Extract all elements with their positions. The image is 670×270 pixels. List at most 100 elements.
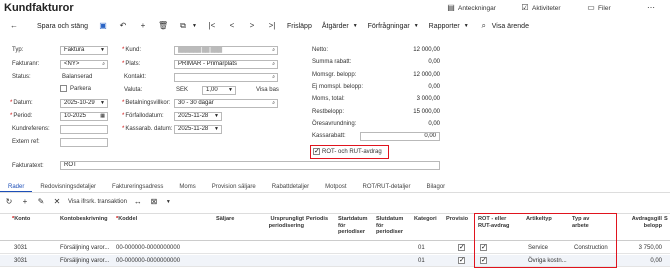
queries-menu[interactable]: Förfrågningar ▼ [363, 18, 424, 34]
tab-5[interactable]: Rabattdetaljer [264, 182, 317, 192]
kund-field[interactable]: ██████ ██ ███ ⌕ [174, 46, 278, 55]
cell-provision-checkbox[interactable] [458, 243, 465, 251]
add-button[interactable]: + [133, 18, 153, 34]
tab-7[interactable]: ROT/RUT-detaljer [354, 182, 418, 192]
status-label: Status: [12, 74, 31, 80]
col-kontobeskr[interactable]: Kontobeskrivning [60, 216, 108, 223]
back-button[interactable]: ← [4, 18, 24, 34]
cell-kategori: 01 [418, 258, 425, 264]
search-icon: ⌕ [272, 47, 275, 53]
col-provision[interactable]: Provisio [446, 216, 468, 223]
undo-button[interactable]: ↶ [113, 18, 133, 34]
status-value: Balanserad [62, 74, 93, 80]
first-record-icon: |< [208, 21, 216, 30]
tab-8[interactable]: Bilagor [419, 182, 454, 192]
first-button[interactable]: |< [202, 18, 222, 34]
chevron-right-icon: > [249, 21, 255, 30]
kundref-label: Kundreferens: [12, 126, 50, 132]
tab-2[interactable]: Faktureringsadress [104, 182, 171, 192]
tab-4[interactable]: Provision säljare [204, 182, 264, 192]
col-kategori[interactable]: Kategori [414, 216, 437, 223]
rot-rut-checkbox-row[interactable]: ROT- och RUT-avdrag [313, 147, 382, 155]
rot-rut-checkbox[interactable] [313, 147, 320, 155]
activities-link[interactable]: ☑ Aktiviteter [520, 3, 560, 13]
release-button[interactable]: Frisläpp [282, 18, 317, 34]
next-button[interactable]: > [242, 18, 262, 34]
kontakt-field[interactable]: ⌕ [174, 73, 278, 82]
save-button[interactable]: ▣ [93, 18, 113, 34]
kassarab-field[interactable]: 2025-11-28 ▼ [174, 125, 222, 134]
betvillkor-label: Betalningsvillkor: [122, 100, 170, 106]
tab-1[interactable]: Redovisningsdetaljer [32, 182, 104, 192]
main-toolbar: ← Spara och stäng ▣ ↶ + 🗑 ⧉ ▼ |< < > >| F… [0, 17, 670, 35]
col-saljare[interactable]: Säljare [216, 216, 234, 223]
col-konto[interactable]: *Konto [12, 216, 30, 223]
total-label: Öresavrundning: [312, 120, 357, 127]
actions-menu[interactable]: Åtgärder ▼ [317, 18, 363, 34]
total-value: 0,00 [428, 59, 440, 66]
notes-icon: ▤ [447, 3, 455, 12]
notes-link[interactable]: ▤ Anteckningar [446, 3, 496, 13]
period-label: Period: [10, 113, 32, 119]
last-button[interactable]: >| [262, 18, 282, 34]
parkera-checkbox[interactable] [60, 85, 67, 92]
valuta-view-link[interactable]: Visa bas [256, 87, 279, 93]
datum-field[interactable]: 2025-10-29 ▼ [60, 99, 108, 108]
parkera-checkbox-row[interactable]: Parkera [60, 85, 91, 92]
tab-6[interactable]: Motpost [317, 182, 354, 192]
more-icon: ⋯ [647, 3, 655, 12]
externref-field[interactable] [60, 138, 108, 147]
search-icon: ⌕ [102, 61, 105, 67]
total-label: Momsgr. belopp: [312, 71, 357, 78]
delete-button[interactable]: 🗑 [153, 18, 173, 34]
cell-belopp: 3 750,00 [638, 245, 662, 251]
files-link[interactable]: ▭ Filer [586, 3, 610, 13]
rot-rut-columns-highlight [474, 213, 617, 268]
betvillkor-field[interactable]: 30 - 30 dagar ⌕ [174, 99, 278, 108]
cell-kontobeskr: Försäljning varor... [60, 245, 110, 251]
forfallo-field[interactable]: 2025-11-28 ▼ [174, 112, 222, 121]
period-field[interactable]: 10-2025 ▦ [60, 112, 108, 121]
copy-icon: ⧉ [180, 21, 186, 30]
plats-field[interactable]: PRIMÄR - Primärplats ⌕ [174, 60, 278, 69]
total-value[interactable]: 0,00 [360, 132, 440, 142]
trash-icon: 🗑 [157, 21, 169, 30]
col-koddel[interactable]: *Koddel [116, 216, 137, 223]
last-record-icon: >| [268, 21, 276, 30]
fakturatext-field[interactable]: ROT [60, 161, 440, 170]
copy-button[interactable]: ⧉ ▼ [173, 18, 202, 34]
add-row-icon[interactable]: + [20, 197, 30, 207]
col-slutdatum[interactable]: Slutdatum för periodiser [376, 216, 410, 236]
prev-button[interactable]: < [222, 18, 242, 34]
show-trans-button[interactable]: Visa ifrsrk. transaktion [68, 199, 127, 205]
delete-row-icon[interactable]: ✕ [52, 197, 62, 207]
col-belopp[interactable]: Avdragsgill belopp [628, 216, 662, 229]
page-title: Kundfakturor [4, 2, 74, 14]
chevron-down-icon: ▼ [228, 87, 233, 93]
cell-kontobeskr: Försäljning varor... [60, 258, 110, 264]
fakturanr-field[interactable]: <NY> ⌕ [60, 60, 108, 69]
edit-icon[interactable]: ✎ [36, 197, 46, 207]
save-close-button[interactable]: Spara och stäng [32, 18, 93, 34]
valuta-rate-field[interactable]: 1,00 ▼ [202, 86, 236, 95]
grid-toolbar: ↻ + ✎ ✕ Visa ifrsrk. transaktion ↔ ⊠ ▼ [4, 197, 171, 207]
col-startdatum[interactable]: Startdatum för periodiser [338, 216, 372, 236]
kontakt-label: Kontakt: [124, 74, 147, 80]
col-s[interactable]: S [664, 216, 668, 223]
typ-select[interactable]: Faktura ▼ [60, 46, 108, 55]
refresh-icon[interactable]: ↻ [4, 197, 14, 207]
tab-3[interactable]: Moms [171, 182, 203, 192]
show-case-button[interactable]: ⌕ Visa ärende [474, 18, 534, 34]
datum-label: Datum: [10, 100, 32, 106]
reports-menu[interactable]: Rapporter ▼ [424, 18, 474, 34]
more-link[interactable]: ⋯ [646, 3, 656, 13]
total-label: Ej momspl. belopp: [312, 83, 364, 90]
kundref-field[interactable] [60, 125, 108, 134]
cell-provision-checkbox[interactable] [458, 256, 465, 264]
tab-0[interactable]: Rader [0, 182, 33, 192]
fit-columns-icon[interactable]: ↔ [133, 197, 143, 207]
export-icon[interactable]: ⊠ [149, 197, 159, 207]
col-period[interactable]: Periodis [306, 216, 328, 223]
plus-icon: + [140, 21, 146, 30]
col-ursp[interactable]: Ursprungligt periodisering [268, 216, 304, 229]
